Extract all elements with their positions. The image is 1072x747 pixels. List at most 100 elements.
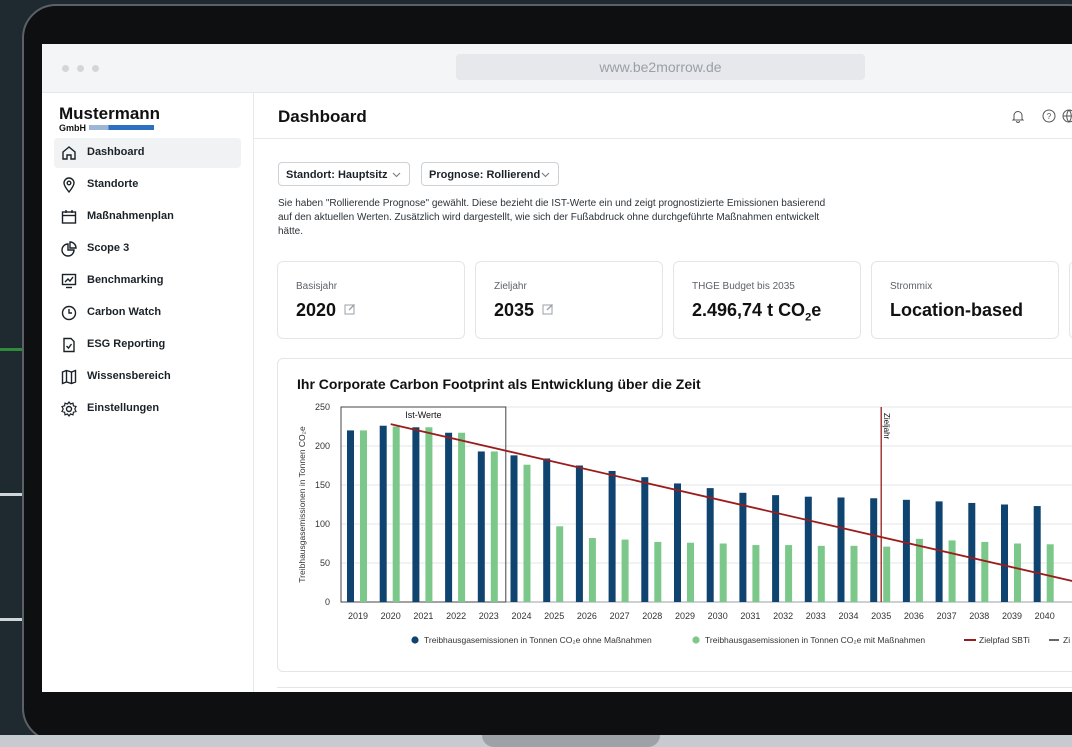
address-bar[interactable]: www.be2morrow.de — [456, 54, 865, 80]
bar-mit-massnahmen — [1046, 544, 1054, 602]
sidebar-item-massnahmenplan[interactable]: Maßnahmenplan — [54, 202, 241, 232]
bar-ohne-massnahmen — [772, 495, 780, 602]
strommix-card: Strommix Location-based — [871, 261, 1059, 339]
sidebar-item-dashboard[interactable]: Dashboard — [54, 138, 241, 168]
browser-toolbar: www.be2morrow.de — [42, 44, 1072, 93]
x-tick-label: 2036 — [904, 611, 924, 621]
x-tick-label: 2027 — [610, 611, 630, 621]
bar-ohne-massnahmen — [477, 451, 485, 602]
sidebar-item-benchmarking[interactable]: Benchmarking — [54, 266, 241, 296]
y-tick-label: 200 — [315, 441, 330, 451]
sidebar-item-label: Carbon Watch — [87, 306, 162, 318]
legend-label: Treibhausgasemissionen in Tonnen CO₂e oh… — [424, 635, 652, 645]
prognosis-description: Sie haben "Rollierende Prognose" gewählt… — [278, 198, 826, 237]
bar-mit-massnahmen — [915, 538, 923, 602]
bar-mit-massnahmen — [719, 543, 727, 602]
clock-icon — [61, 305, 77, 321]
bar-ohne-massnahmen — [608, 470, 616, 602]
chevron-down-icon — [392, 163, 401, 196]
bar-ohne-massnahmen — [575, 465, 583, 602]
x-tick-label: 2020 — [381, 611, 401, 621]
sidebar-item-standorte[interactable]: Standorte — [54, 170, 241, 200]
sidebar-item-einstellungen[interactable]: Einstellungen — [54, 394, 241, 424]
y-axis-label: Treibhausgasemissionen in Tonnen CO₂e — [297, 426, 307, 583]
bar-ohne-massnahmen — [674, 483, 681, 602]
company-logo-suffix: GmbH — [59, 123, 86, 133]
prognose-dropdown-label: Prognose: Rollierend — [429, 169, 541, 181]
card-value: 2035 — [494, 300, 554, 321]
x-tick-label: 2021 — [413, 611, 433, 621]
bar-ohne-massnahmen — [1001, 504, 1008, 602]
standort-dropdown[interactable]: Standort: Hauptsitz — [278, 162, 410, 186]
page-title: Dashboard — [278, 107, 367, 126]
edit-icon[interactable] — [344, 303, 356, 315]
bar-ohne-massnahmen — [510, 455, 518, 602]
bar-ohne-massnahmen — [706, 488, 714, 602]
bell-icon[interactable] — [1011, 109, 1025, 123]
pie-chart-icon — [61, 241, 77, 257]
edit-icon[interactable] — [542, 303, 554, 315]
x-tick-label: 2025 — [544, 611, 564, 621]
sidebar-item-scope-3[interactable]: Scope 3 — [54, 234, 241, 264]
zieljahr-label: Zieljahr — [882, 413, 891, 440]
legend-label: Zielpfad SBTi — [979, 635, 1030, 645]
bar-ohne-massnahmen — [412, 427, 420, 602]
zieljahr-value: 2035 — [494, 300, 535, 320]
x-tick-label: 2034 — [838, 611, 858, 621]
card-value: 2.496,74 t CO2e — [692, 300, 821, 324]
carbon-footprint-panel: Ihr Corporate Carbon Footprint als Entwi… — [277, 358, 1072, 672]
bar-mit-massnahmen — [687, 542, 694, 602]
calendar-icon — [61, 210, 77, 224]
basisjahr-card: Basisjahr 2020 — [277, 261, 465, 339]
x-tick-label: 2030 — [708, 611, 728, 621]
window-dot — [62, 65, 69, 72]
sidebar-item-label: Benchmarking — [87, 274, 164, 286]
y-tick-label: 150 — [315, 480, 330, 490]
gear-icon — [61, 401, 77, 417]
sidebar-item-label: Maßnahmenplan — [87, 210, 174, 222]
prognose-dropdown[interactable]: Prognose: Rollierend — [421, 162, 559, 186]
sidebar-item-label: Wissensbereich — [87, 370, 171, 382]
sidebar-item-wissensbereich[interactable]: Wissensbereich — [54, 362, 241, 392]
globe-icon[interactable] — [1062, 109, 1072, 123]
help-icon[interactable]: ? — [1042, 109, 1056, 123]
x-tick-label: 2037 — [937, 611, 957, 621]
y-tick-label: 250 — [315, 402, 330, 412]
x-tick-label: 2023 — [479, 611, 499, 621]
bar-mit-massnahmen — [360, 430, 367, 602]
y-tick-label: 50 — [320, 558, 330, 568]
x-tick-label: 2039 — [1002, 611, 1022, 621]
x-tick-label: 2035 — [871, 611, 891, 621]
budget-value: 2.496,74 t CO — [692, 300, 806, 320]
x-tick-label: 2031 — [740, 611, 760, 621]
bar-ohne-massnahmen — [641, 477, 649, 602]
home-icon — [62, 146, 76, 160]
window-dot — [77, 65, 84, 72]
bar-ohne-massnahmen — [804, 496, 812, 602]
bar-ohne-massnahmen — [543, 458, 551, 602]
bar-ohne-massnahmen — [379, 425, 387, 602]
sidebar-item-carbon-watch[interactable]: Carbon Watch — [54, 298, 241, 328]
x-tick-label: 2022 — [446, 611, 466, 621]
bar-ohne-massnahmen — [968, 502, 976, 602]
document-check-icon — [63, 337, 75, 353]
card-label: Basisjahr — [296, 281, 338, 292]
x-tick-label: 2032 — [773, 611, 793, 621]
bar-mit-massnahmen — [425, 427, 433, 602]
bar-mit-massnahmen — [621, 539, 629, 602]
y-tick-label: 0 — [325, 597, 330, 607]
sidebar-item-esg-reporting[interactable]: ESG Reporting — [54, 330, 241, 360]
x-tick-label: 2028 — [642, 611, 662, 621]
main-content: Dashboard ? Standort: Hauptsitz Prognose… — [254, 93, 1072, 692]
bar-mit-massnahmen — [458, 432, 466, 602]
bar-mit-massnahmen — [1014, 543, 1021, 602]
company-logo-name[interactable]: Mustermann — [59, 104, 160, 124]
x-tick-label: 2040 — [1035, 611, 1055, 621]
chevron-down-icon — [541, 163, 550, 196]
zieljahr-card: Zieljahr 2035 — [475, 261, 663, 339]
basisjahr-value: 2020 — [296, 300, 337, 320]
x-tick-label: 2029 — [675, 611, 695, 621]
bar-ohne-massnahmen — [902, 499, 910, 602]
x-tick-label: 2026 — [577, 611, 597, 621]
bar-mit-massnahmen — [752, 545, 760, 602]
